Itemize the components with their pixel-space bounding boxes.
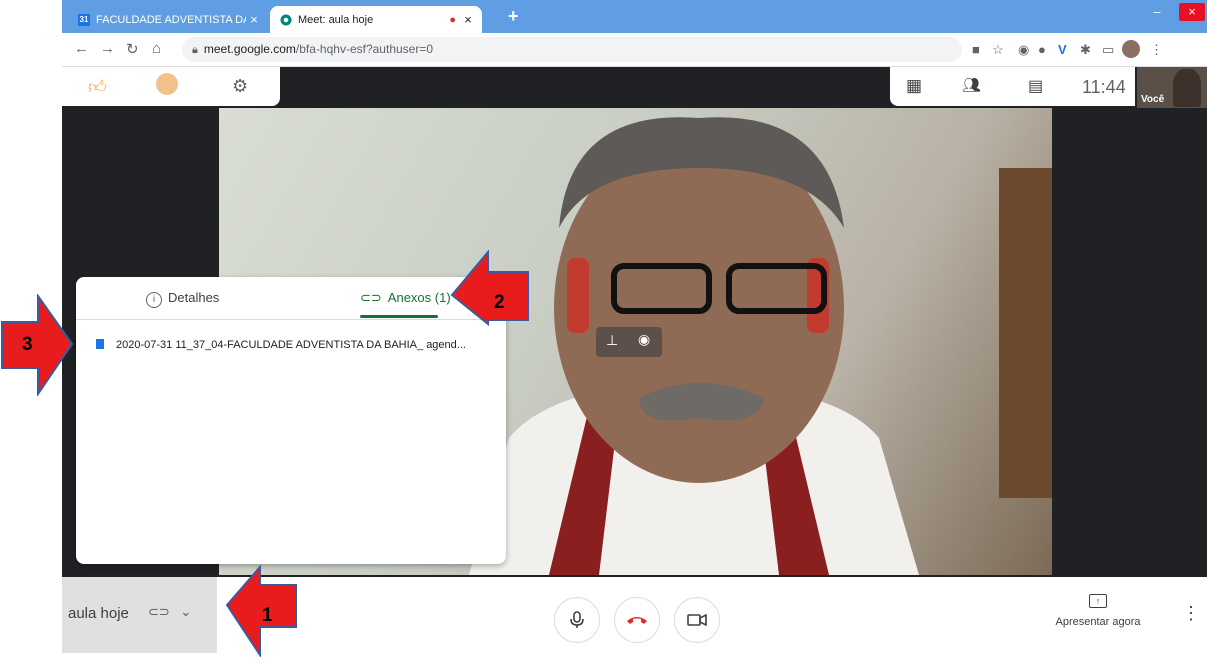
annotation-number: 2 <box>494 292 505 313</box>
reload-icon[interactable]: ↻ <box>126 40 139 58</box>
tab-attachments-label: Anexos (1) <box>387 290 451 305</box>
more-options-icon[interactable]: ⋮ <box>1182 603 1200 624</box>
mic-button[interactable] <box>554 597 600 643</box>
clock: 11:44 <box>1082 77 1126 97</box>
hang-up-icon <box>627 617 647 624</box>
window-close-button[interactable]: × <box>1179 3 1205 21</box>
calendar-icon: 31 <box>78 13 90 26</box>
video-overlay-controls: ⊥ ◉ <box>596 327 662 357</box>
annotation-arrow-3: 3 <box>0 292 74 398</box>
tab-title: FACULDADE ADVENTISTA DA BA <box>96 13 246 26</box>
panel-tabs: i Detalhes ⊂⊃ Anexos (1) <box>76 277 506 320</box>
tab-details-label: Detalhes <box>168 290 220 305</box>
forward-icon[interactable]: → <box>100 40 115 57</box>
grid-icon[interactable]: ▦ <box>906 76 922 96</box>
tab-meet[interactable]: Meet: aula hoje ● × <box>270 6 482 33</box>
annotation-arrow-1: 1 <box>225 564 298 659</box>
lock-icon: 🔒︎ <box>192 44 198 56</box>
camera-icon[interactable]: ■ <box>972 42 980 57</box>
meet-top-controls: ▦ 👥︎ ▤ 11:44 <box>890 67 1135 106</box>
file-icon <box>96 339 104 349</box>
meet-icon <box>280 14 292 26</box>
attachment-name: 2020-07-31 11_37_04-FACULDADE ADVENTISTA… <box>116 339 466 351</box>
recording-icon: ● <box>449 13 456 26</box>
avatar-extension-icon[interactable] <box>156 73 178 95</box>
paperclip-icon: ⊂⊃ <box>360 290 382 305</box>
eye-icon[interactable]: ◉ <box>638 331 650 348</box>
tab-attachments[interactable]: ⊂⊃ Anexos (1) <box>360 290 451 306</box>
pin-icon[interactable]: ⊥ <box>606 332 618 349</box>
paperclip-icon: ⊂⊃ <box>148 604 170 619</box>
present-screen-icon: ↑ <box>1089 594 1107 608</box>
home-icon[interactable]: ⌂ <box>152 40 161 57</box>
annotation-arrow-2: 2 <box>450 249 530 327</box>
meeting-details-panel: i Detalhes ⊂⊃ Anexos (1) 2020-07-31 11_37_… <box>76 277 506 564</box>
close-tab-icon[interactable]: × <box>246 12 262 27</box>
address-bar-row: ← → ↻ ⌂ 🔒︎ meet.google.com/bfa-hqhv-esf?a… <box>62 33 1207 67</box>
people-icon[interactable]: 👥︎ <box>962 76 981 94</box>
chevron-down-icon: ⌄ <box>180 603 192 619</box>
cast-icon[interactable]: ▭ <box>1102 42 1114 58</box>
attachment-item[interactable]: 2020-07-31 11_37_04-FACULDADE ADVENTISTA… <box>96 339 466 351</box>
video-camera-icon <box>687 613 707 627</box>
tab-title: Meet: aula hoje <box>298 13 374 26</box>
camera-button[interactable] <box>674 597 720 643</box>
url-bar[interactable]: 🔒︎ meet.google.com/bfa-hqhv-esf?authuser=… <box>182 37 962 62</box>
tab-strip: 31 FACULDADE ADVENTISTA DA BA × Meet: au… <box>62 0 1207 33</box>
minimize-button[interactable]: – <box>1144 3 1170 21</box>
profile-avatar[interactable] <box>1122 40 1140 58</box>
present-label: Apresentar agora <box>1055 616 1141 628</box>
back-icon[interactable]: ← <box>74 40 89 57</box>
extension-icon[interactable]: ● <box>1038 42 1046 57</box>
url-path: /bfa-hqhv-esf?authuser=0 <box>295 42 434 56</box>
self-label: Você <box>1141 94 1165 105</box>
annotation-number: 1 <box>262 605 273 626</box>
hang-up-button[interactable] <box>614 597 660 643</box>
thumbs-up-icon[interactable]: 👍︎ <box>88 76 107 98</box>
star-icon[interactable]: ☆ <box>992 42 1004 58</box>
tab-details[interactable]: i Detalhes <box>146 290 219 308</box>
close-tab-icon[interactable]: × <box>460 12 476 27</box>
present-now-button[interactable]: ↑ Apresentar agora <box>1050 594 1146 630</box>
self-view-thumbnail[interactable]: Você <box>1137 67 1207 108</box>
active-tab-indicator <box>360 315 438 318</box>
new-tab-button[interactable]: + <box>508 6 519 27</box>
gear-icon[interactable]: ⚙︎ <box>232 76 248 97</box>
reactions-bar: 👍︎ ⚙︎ <box>62 67 280 106</box>
annotation-number: 3 <box>22 334 33 355</box>
menu-dots-icon[interactable]: ⋮ <box>1150 42 1163 58</box>
extension-icon[interactable]: ◉ <box>1018 42 1029 58</box>
microphone-icon <box>570 611 584 628</box>
url-domain: meet.google.com <box>203 42 296 56</box>
extension-icon[interactable]: V <box>1058 42 1067 57</box>
meeting-name: aula hoje <box>68 605 129 622</box>
puzzle-icon[interactable]: ✱ <box>1080 42 1091 58</box>
meeting-details-button[interactable]: aula hoje ⊂⊃ ⌄ <box>62 577 217 653</box>
chat-icon[interactable]: ▤ <box>1028 76 1043 96</box>
info-icon: i <box>146 292 162 308</box>
tab-faculdade[interactable]: 31 FACULDADE ADVENTISTA DA BA × <box>68 6 268 33</box>
self-view-figure <box>1173 69 1201 107</box>
